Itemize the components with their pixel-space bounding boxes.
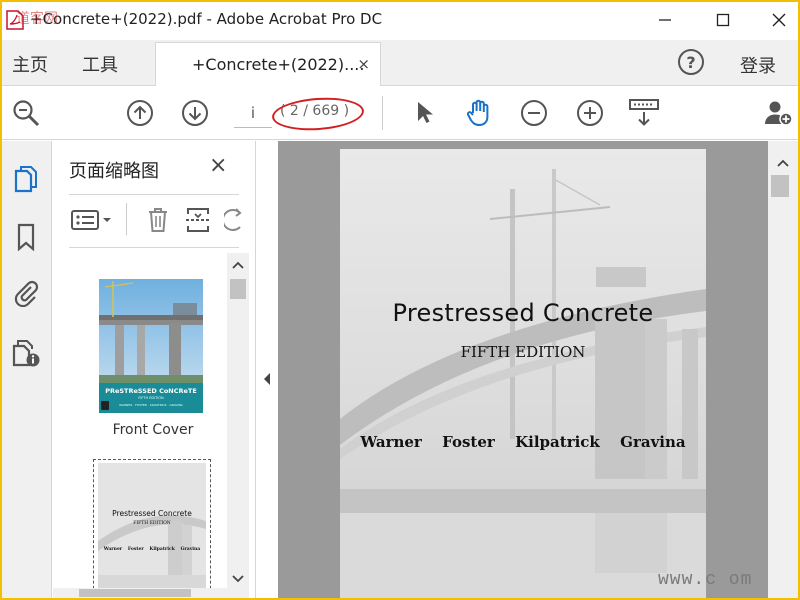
- thumbnail-author: Warner: [103, 547, 123, 552]
- tab-bar: 主页 工具 +Concrete+(2022).... × ? 登录: [2, 40, 798, 87]
- red-highlight-oval: [270, 94, 366, 134]
- thumbnails-scroll-thumb[interactable]: [230, 279, 246, 299]
- document-view[interactable]: Prestressed Concrete FIFTH EDITION Warne…: [278, 141, 768, 598]
- panel-close-icon[interactable]: ×: [209, 153, 227, 178]
- prev-page-icon[interactable]: [124, 97, 156, 129]
- panel-divider-2: [69, 247, 239, 248]
- rotate-page-icon[interactable]: [223, 205, 243, 235]
- zoom-in-icon[interactable]: [574, 97, 606, 129]
- thumbnail-label-front-cover: Front Cover: [112, 422, 194, 438]
- watermark-logo: 道客网: [16, 11, 58, 27]
- author-name: Gravina: [620, 433, 686, 451]
- thumbnails-scrollbar[interactable]: [227, 253, 249, 598]
- scroll-down-arrow-icon[interactable]: [227, 571, 249, 587]
- bridge-background-image: [340, 149, 706, 598]
- site-watermark: www.c om: [658, 570, 753, 590]
- document-title: Prestressed Concrete: [392, 299, 654, 327]
- search-zoom-icon[interactable]: [10, 97, 42, 129]
- login-link[interactable]: 登录: [740, 52, 776, 78]
- hand-tool-icon[interactable]: [463, 97, 495, 129]
- menu-tools[interactable]: 工具: [82, 51, 118, 77]
- thumbnail-author: Foster: [127, 547, 144, 552]
- thumbnail-front-cover[interactable]: PReSTReSSED CoNCReTE FIFTH EDITION WARNE…: [99, 279, 203, 413]
- scroll-mode-icon[interactable]: [628, 97, 660, 129]
- front-cover-title: PReSTReSSED CoNCReTE: [105, 387, 197, 395]
- panel-divider: [69, 194, 239, 195]
- horizontal-scroll-thumb[interactable]: [79, 589, 191, 597]
- maximize-button[interactable]: [700, 6, 746, 34]
- share-user-icon[interactable]: [762, 97, 794, 129]
- front-cover-authors: WARNER · FOSTER · KILPATRICK · GRAVINA: [119, 403, 183, 407]
- close-window-button[interactable]: [756, 6, 798, 34]
- document-tab[interactable]: +Concrete+(2022).... ×: [155, 42, 381, 87]
- insert-page-icon[interactable]: [183, 205, 213, 235]
- toolbar-divider: [382, 96, 383, 130]
- acrobat-window: +Concrete+(2022).pdf - Adobe Acrobat Pro…: [2, 2, 798, 598]
- page-thumbnails-icon[interactable]: [10, 163, 42, 195]
- document-scroll-thumb[interactable]: [771, 175, 789, 197]
- title-bar: +Concrete+(2022).pdf - Adobe Acrobat Pro…: [2, 2, 798, 38]
- author-name: Kilpatrick: [515, 433, 600, 451]
- pdf-page: Prestressed Concrete FIFTH EDITION Warne…: [340, 149, 706, 598]
- collapse-panel-arrow-icon[interactable]: [257, 369, 278, 389]
- thumbnail-page-2[interactable]: Prestressed Concrete FIFTH EDITION Warne…: [98, 463, 206, 598]
- help-icon[interactable]: ?: [678, 49, 704, 75]
- navigation-rail: [2, 141, 52, 598]
- thumbnail-page-2-edition: FIFTH EDITION: [133, 521, 171, 526]
- doc-scroll-up-arrow-icon[interactable]: [768, 155, 798, 171]
- thumbnail-page-2-authors: Warner Foster Kilpatrick Gravina: [98, 547, 206, 552]
- menu-home[interactable]: 主页: [12, 51, 48, 77]
- panel-title: 页面缩略图: [69, 161, 159, 182]
- document-authors: Warner Foster Kilpatrick Gravina: [340, 433, 706, 451]
- author-name: Foster: [442, 433, 495, 451]
- next-page-icon[interactable]: [179, 97, 211, 129]
- thumbnails-horizontal-scrollbar[interactable]: [53, 588, 229, 598]
- panel-tool-divider: [126, 203, 127, 235]
- front-cover-edition: FIFTH EDITION: [138, 396, 164, 400]
- select-cursor-icon[interactable]: [408, 97, 440, 129]
- tab-close-icon[interactable]: ×: [357, 55, 370, 73]
- attachments-icon[interactable]: [10, 277, 42, 309]
- author-name: Warner: [360, 433, 422, 451]
- publisher-logo: [101, 401, 109, 410]
- thumbnails-panel: 页面缩略图 × PReSTReSSED CoNCReTE FIFTH EDITI…: [53, 141, 256, 598]
- zoom-out-icon[interactable]: [518, 97, 550, 129]
- scroll-up-arrow-icon[interactable]: [227, 257, 249, 273]
- window-title: +Concrete+(2022).pdf - Adobe Acrobat Pro…: [30, 10, 383, 28]
- thumbnail-author: Gravina: [180, 547, 201, 552]
- thumbnail-page-2-image: [98, 463, 206, 598]
- panel-collapse-strip: [257, 141, 278, 598]
- thumbnail-page-2-title: Prestressed Concrete: [112, 509, 192, 518]
- toolbar: i ( 2 / 669 ): [2, 86, 798, 140]
- thumbnail-options-icon[interactable]: [69, 205, 115, 235]
- minimize-button[interactable]: [642, 6, 688, 34]
- bookmarks-icon[interactable]: [10, 221, 42, 253]
- document-scrollbar[interactable]: [768, 141, 798, 598]
- delete-page-icon[interactable]: [143, 205, 173, 235]
- document-edition: FIFTH EDITION: [460, 343, 586, 361]
- page-number-input[interactable]: i: [234, 100, 272, 128]
- document-tab-label: +Concrete+(2022)....: [192, 55, 365, 74]
- thumbnail-author: Kilpatrick: [149, 547, 175, 552]
- document-properties-icon[interactable]: [10, 337, 42, 369]
